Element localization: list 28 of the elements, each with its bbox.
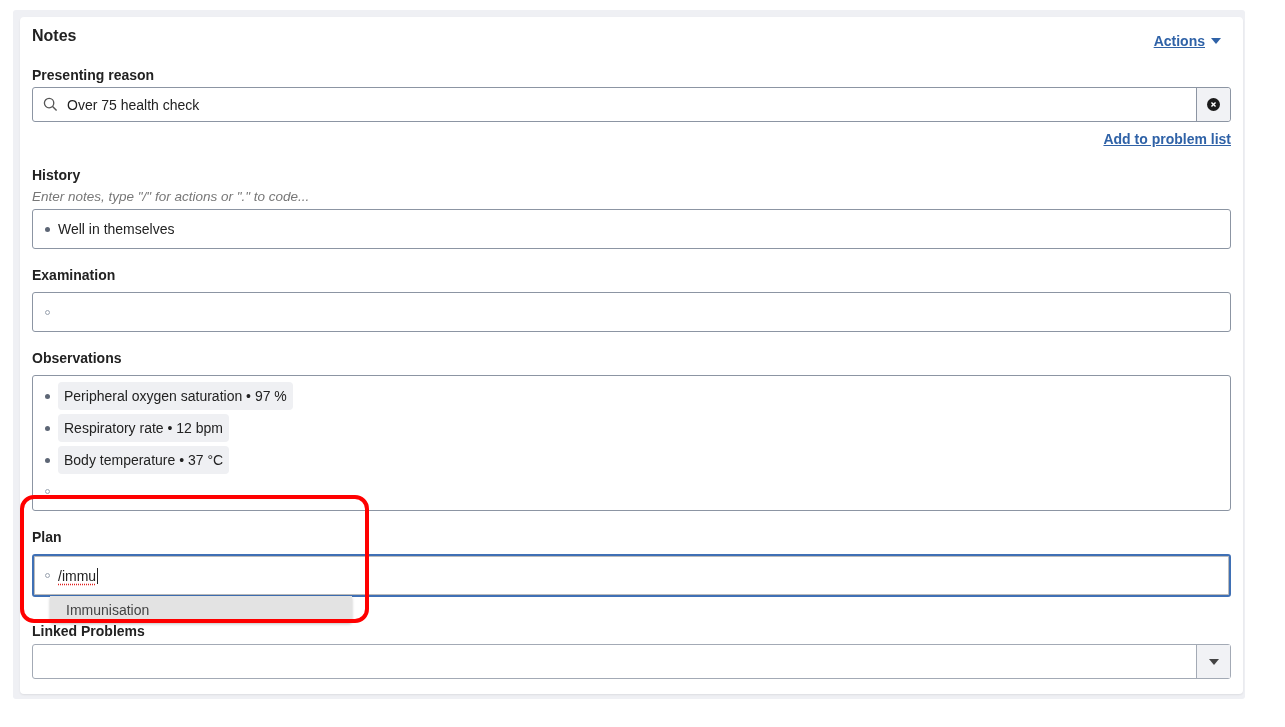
observation-chip[interactable]: Body temperature • 37 °C [58,446,230,474]
select-field[interactable] [32,644,1231,679]
search-icon [43,97,58,112]
notes-field[interactable]: Peripheral oxygen saturation • 97 % Respiratory rate • 12 bpm Body temperature • 37 °C [32,375,1231,511]
notes-field[interactable]: /immu [32,554,1231,597]
close-icon [1207,98,1220,111]
field-label: Examination [32,267,116,283]
typed-text: /immu [58,567,99,584]
field-hint: Enter notes, type "/" for actions or "." to code... [32,189,310,204]
actions-link[interactable]: Actions [1153,33,1221,49]
search-field[interactable]: Over 75 health check [32,87,1231,122]
note-text: Well in themselves [58,221,175,237]
add-to-problem-list-link[interactable]: Add to problem list [1103,131,1231,147]
field-value: Over 75 health check [67,96,200,113]
field-label: Observations [32,350,122,366]
field-label: Linked Problems [32,623,145,639]
field-label: Plan [32,529,62,545]
notes-field[interactable] [32,292,1231,332]
observation-chip[interactable]: Respiratory rate • 12 bpm [58,414,229,442]
observation-chip[interactable]: Peripheral oxygen saturation • 97 % [58,382,293,410]
clear-button[interactable] [1196,88,1230,121]
dropdown-button[interactable] [1196,645,1230,678]
caret-icon [1208,658,1219,665]
field-label: History [32,167,81,183]
field-label: Presenting reason [32,67,155,83]
notes-field[interactable]: Well in themselves [32,209,1231,249]
card-title: Notes [32,27,77,45]
caret-icon [1211,38,1221,44]
